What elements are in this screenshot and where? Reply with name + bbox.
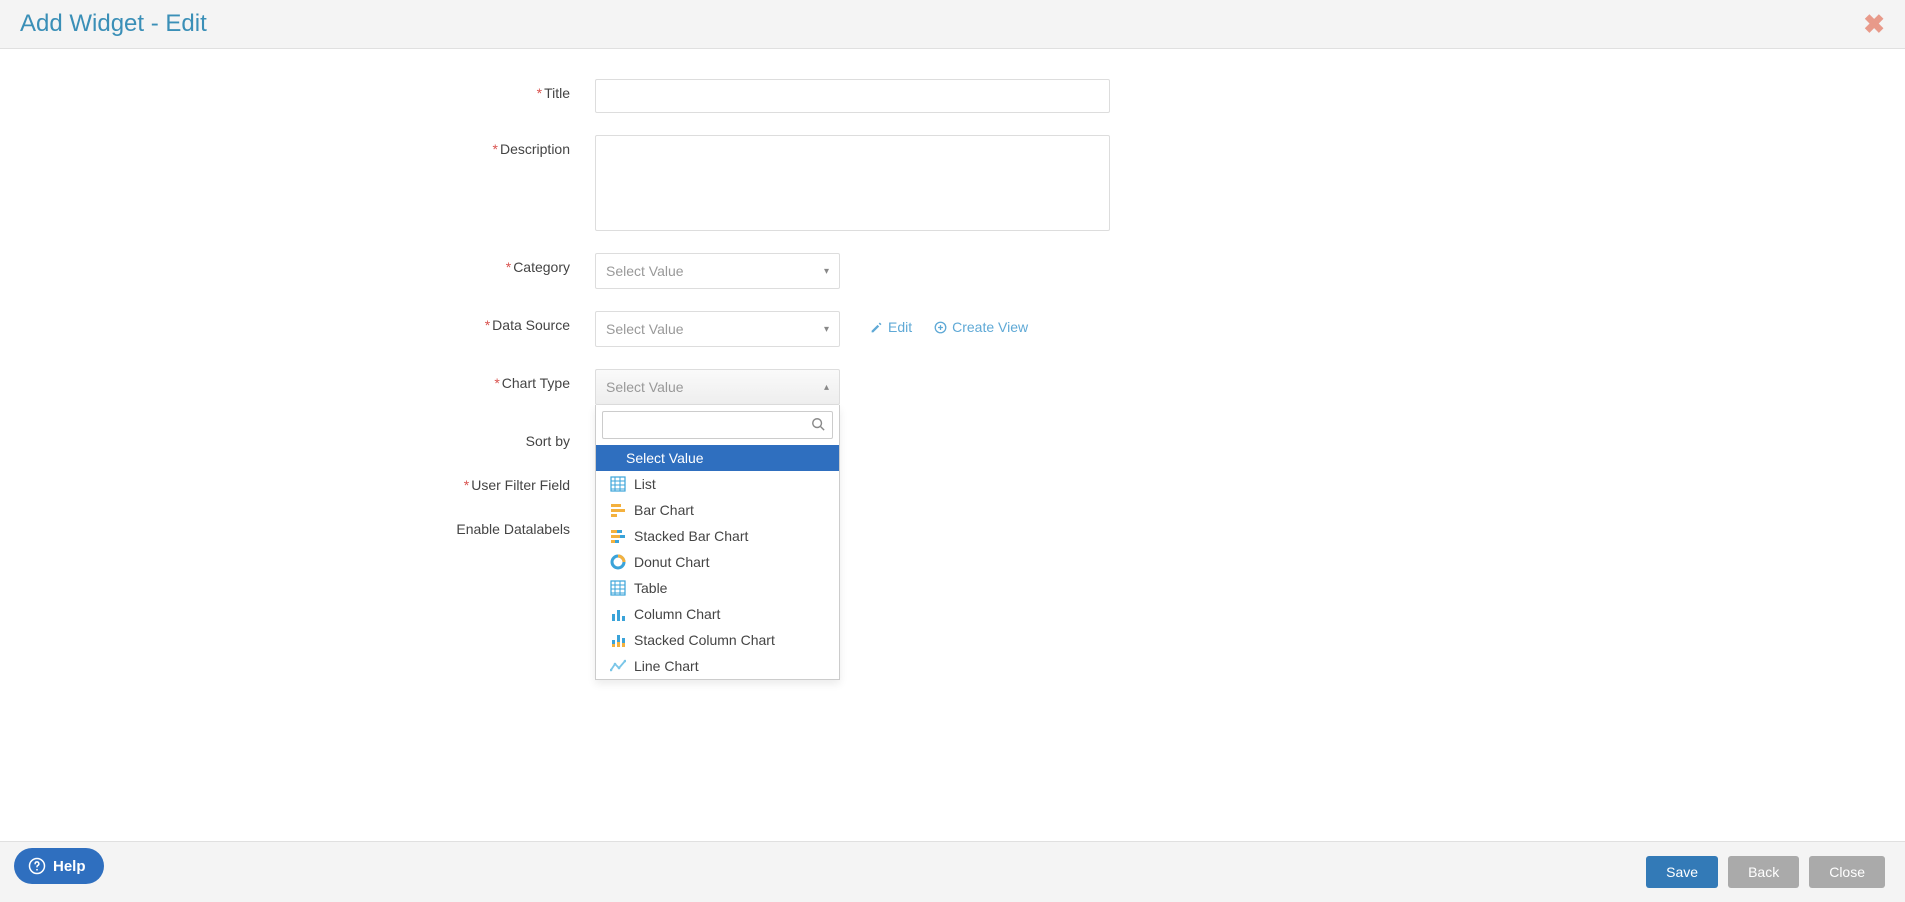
title-input[interactable] <box>595 79 1110 113</box>
help-icon <box>28 857 46 875</box>
charttype-option[interactable]: Donut Chart <box>596 549 839 575</box>
line-icon <box>610 658 626 674</box>
charttype-select[interactable]: Select Value ▴ <box>595 369 840 405</box>
label-sortby: Sort by <box>20 427 595 449</box>
description-input[interactable] <box>595 135 1110 231</box>
form-body: *Title *Description *Category Select Val… <box>0 49 1905 619</box>
charttype-option-label: Select Value <box>626 450 704 466</box>
charttype-option-label: Stacked Bar Chart <box>634 528 748 544</box>
required-marker: * <box>506 259 511 275</box>
row-title: *Title <box>20 79 1885 113</box>
charttype-option[interactable]: Select Value <box>596 445 839 471</box>
datasource-select[interactable]: Select Value ▾ <box>595 311 840 347</box>
chevron-down-icon: ▾ <box>824 266 829 277</box>
charttype-option[interactable]: Stacked Bar Chart <box>596 523 839 549</box>
charttype-option[interactable]: Bar Chart <box>596 497 839 523</box>
required-marker: * <box>494 375 499 391</box>
table-icon <box>610 580 626 596</box>
label-description: *Description <box>20 135 595 157</box>
charttype-option-list: Select Value List Bar Chart Stacked Bar Cha… <box>596 445 839 679</box>
charttype-option-label: Stacked Column Chart <box>634 632 775 648</box>
row-datalabels: Enable Datalabels <box>20 515 1885 537</box>
charttype-option[interactable]: Line Chart <box>596 653 839 679</box>
charttype-option[interactable]: Table <box>596 575 839 601</box>
charttype-select-value: Select Value <box>606 379 684 395</box>
label-datalabels: Enable Datalabels <box>20 515 595 537</box>
category-select-value: Select Value <box>606 263 684 279</box>
charttype-option[interactable]: Stacked Column Chart <box>596 627 839 653</box>
column-icon <box>610 606 626 622</box>
plus-circle-icon <box>934 321 947 334</box>
modal-header: Add Widget - Edit ✖ <box>0 0 1905 49</box>
category-select[interactable]: Select Value ▾ <box>595 253 840 289</box>
close-icon[interactable]: ✖ <box>1863 11 1885 37</box>
row-userfilter: *User Filter Field <box>20 471 1885 493</box>
help-button[interactable]: Help <box>14 848 104 884</box>
pencil-icon <box>870 321 883 334</box>
label-userfilter: *User Filter Field <box>20 471 595 493</box>
label-title: *Title <box>20 79 595 101</box>
list-icon <box>610 476 626 492</box>
stackedcolumn-icon <box>610 632 626 648</box>
charttype-option-label: Line Chart <box>634 658 699 674</box>
row-datasource: *Data Source Select Value ▾ Edit Create … <box>20 311 1885 347</box>
chevron-down-icon: ▾ <box>824 324 829 335</box>
required-marker: * <box>537 85 542 101</box>
charttype-select-container: Select Value ▴ Select ValueListBar Chart… <box>595 369 840 405</box>
back-button[interactable]: Back <box>1728 856 1799 888</box>
charttype-option-label: List <box>634 476 656 492</box>
stackedbar-icon <box>610 528 626 544</box>
edit-link[interactable]: Edit <box>870 319 912 335</box>
close-button[interactable]: Close <box>1809 856 1885 888</box>
charttype-option[interactable]: Column Chart <box>596 601 839 627</box>
donut-icon <box>610 554 626 570</box>
page-title: Add Widget - Edit <box>20 10 207 38</box>
row-charttype: *Chart Type Select Value ▴ Sele <box>20 369 1885 405</box>
row-category: *Category Select Value ▾ <box>20 253 1885 289</box>
charttype-option[interactable]: List <box>596 471 839 497</box>
help-label: Help <box>53 858 86 875</box>
datasource-select-value: Select Value <box>606 321 684 337</box>
label-charttype: *Chart Type <box>20 369 595 391</box>
save-button[interactable]: Save <box>1646 856 1718 888</box>
bar-icon <box>610 502 626 518</box>
required-marker: * <box>464 477 469 493</box>
label-datasource: *Data Source <box>20 311 595 333</box>
charttype-option-label: Bar Chart <box>634 502 694 518</box>
modal-footer: Save Back Close <box>0 841 1905 902</box>
charttype-option-label: Table <box>634 580 667 596</box>
datasource-links: Edit Create View <box>870 311 1028 335</box>
create-view-link[interactable]: Create View <box>934 319 1028 335</box>
required-marker: * <box>485 317 490 333</box>
charttype-option-label: Donut Chart <box>634 554 709 570</box>
search-icon <box>811 417 825 434</box>
charttype-option-label: Column Chart <box>634 606 720 622</box>
label-category: *Category <box>20 253 595 275</box>
dropdown-search <box>596 405 839 445</box>
charttype-dropdown-panel: Select Value List Bar Chart Stacked Bar Cha… <box>595 405 840 680</box>
chevron-up-icon: ▴ <box>824 382 829 393</box>
required-marker: * <box>493 141 498 157</box>
row-sortby: Sort by <box>20 427 1885 449</box>
charttype-search-input[interactable] <box>602 411 833 439</box>
row-description: *Description <box>20 135 1885 231</box>
